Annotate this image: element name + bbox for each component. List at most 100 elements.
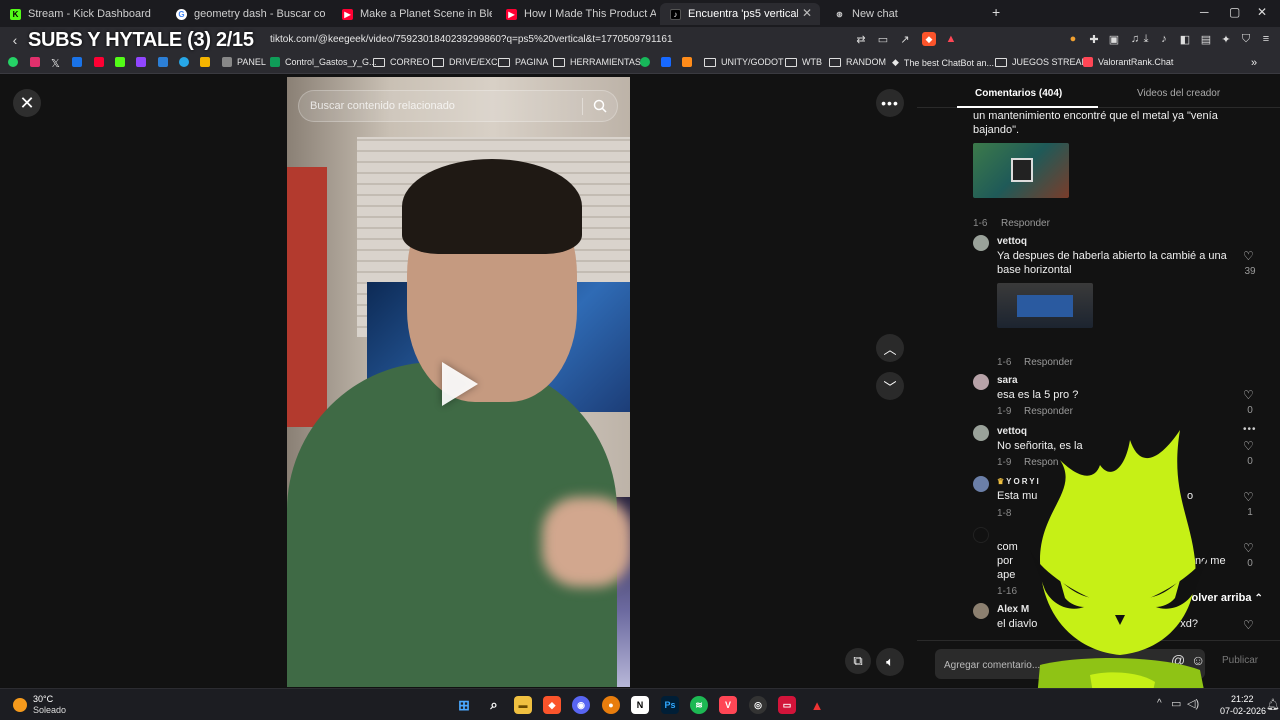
bookmark-juegos-stream[interactable]: JUEGOS STREAM [995,57,1089,67]
volume-button[interactable]: 🔈︎ [876,648,904,676]
play-icon[interactable] [442,362,478,406]
leo-ai-icon[interactable]: ✦ [1219,32,1233,46]
comment-image[interactable] [973,143,1069,198]
wallet-icon[interactable]: ▤ [1199,32,1213,46]
bookmark-paypal[interactable] [158,57,173,67]
previous-video-button[interactable]: ︿ [876,334,904,362]
tab-kick-dashboard[interactable]: K Stream - Kick Dashboard [0,3,160,25]
bookmark-kick[interactable] [115,57,130,67]
weather-description[interactable]: Soleado [33,705,66,715]
bookmark-behance[interactable] [661,57,676,67]
translate-icon[interactable]: ⇄ [854,32,868,46]
affinity-icon[interactable]: ▲ [808,696,826,714]
avatar[interactable] [973,476,989,492]
volume-icon[interactable]: ◁) [1187,697,1199,710]
bookmark-instagram[interactable] [30,57,45,67]
more-options-icon[interactable]: ••• [876,89,904,117]
blender-icon[interactable]: ● [602,696,620,714]
brave-shield-icon[interactable]: ◆ [922,32,936,46]
bookmark-twitch[interactable] [136,57,151,67]
close-tab-icon[interactable]: ✕ [802,6,812,20]
maximize-icon[interactable]: ▢ [1229,5,1240,19]
close-video-button[interactable]: ✕ [13,89,41,117]
photoshop-icon[interactable]: Ps [661,696,679,714]
bookmark-youtube[interactable] [94,57,109,67]
tab-new-chat[interactable]: ⊛ New chat [824,3,984,25]
heart-icon[interactable]: ♡ [1243,490,1254,504]
bookmark-valorantrank[interactable]: ValorantRank.Chat [1083,57,1173,67]
heart-icon[interactable]: ♡ [1243,618,1254,632]
avatar[interactable] [973,527,989,543]
file-explorer-icon[interactable]: ▬ [514,696,532,714]
bookmark-x[interactable]: 𝕏 [51,57,60,70]
download-icon[interactable]: ⤓ [1139,32,1153,46]
obs-icon[interactable]: ◎ [749,696,767,714]
discord-icon[interactable]: ◉ [572,696,590,714]
comment-username[interactable]: vettoq [997,236,1027,247]
spotify-icon[interactable]: ≋ [690,696,708,714]
new-tab-button[interactable]: + [992,4,1000,20]
bookmark-pagina[interactable]: PAGINA [498,57,548,67]
bookmark-control-gastos[interactable]: Control_Gastos_y_G... [270,57,377,67]
valorant-icon[interactable]: V [719,696,737,714]
tab-creator-videos[interactable]: Videos del creador [1137,88,1220,99]
valorant-extension-icon[interactable]: ▲ [944,32,958,46]
comment-username[interactable]: sara [997,375,1018,386]
tab-comments[interactable]: Comentarios (404) [975,88,1062,99]
media-icon[interactable]: ♪ [1157,32,1171,46]
pip-button[interactable]: ⧉ [845,648,871,674]
network-icon[interactable]: ▭ [1171,697,1181,710]
back-icon[interactable]: ‹ [8,32,22,48]
tab-google-search[interactable]: G geometry dash - Buscar con Google [166,3,326,25]
weather-temperature[interactable]: 30°C [33,694,53,704]
bookmark-wtb[interactable]: WTB [785,57,822,67]
reply-button[interactable]: Responder [1024,406,1073,417]
heart-icon[interactable]: ♡ [1243,388,1254,402]
weather-sun-icon[interactable] [13,698,27,712]
bookmark-drive[interactable] [200,57,215,67]
brave-browser-icon[interactable]: ◆ [543,696,561,714]
sidebar-icon[interactable]: ◧ [1178,32,1192,46]
url-field[interactable]: tiktok.com/@keegeek/video/75923018402392… [270,34,673,45]
menu-icon[interactable]: ≡ [1259,32,1273,46]
tab-youtube-blender[interactable]: ▶ Make a Planet Scene in Blender (Und [332,3,492,25]
bookmark-orange-app[interactable] [682,57,697,67]
avatar[interactable] [973,374,989,390]
vpn-icon[interactable]: ⛉ [1239,32,1253,46]
minimize-icon[interactable]: ─ [1200,5,1209,19]
close-window-icon[interactable]: ✕ [1257,5,1267,19]
bookmark-telegram[interactable] [179,57,194,67]
chevron-up-icon[interactable]: ^ [1157,698,1162,709]
clock-time[interactable]: 21:22 [1231,694,1254,704]
bookmark-chatbot[interactable]: ◆ The best ChatBot an... [892,57,994,68]
more-bookmarks-icon[interactable]: » [1251,57,1257,69]
bookmark-whatsapp[interactable] [8,57,23,67]
comment-image[interactable] [997,283,1093,328]
bookmark-unity-godot[interactable]: UNITY/GODOT [704,57,784,67]
bookmark-panel[interactable]: PANEL [222,57,266,67]
extension-icon[interactable]: ● [1066,32,1080,46]
notion-icon[interactable]: N [631,696,649,714]
windows-start-icon[interactable]: ⊞ [455,696,473,714]
heart-icon[interactable]: ♡ [1243,439,1254,453]
bookmark-correo[interactable]: CORREO [373,57,430,67]
bookmark-drive-exc[interactable]: DRIVE/EXC [432,57,498,67]
search-icon[interactable]: ⌕ [485,696,503,714]
reply-button[interactable]: Responder [1024,357,1073,368]
avatar[interactable] [973,425,989,441]
search-icon[interactable] [593,99,607,113]
bookmark-green-app[interactable] [640,57,655,67]
app-red-icon[interactable]: ▭ [778,696,796,714]
clock-date[interactable]: 07-02-2026 [1220,706,1266,716]
video-player[interactable]: Buscar contenido relacionado [287,77,630,687]
tab-search-icon[interactable]: ▣ [1107,32,1121,46]
publish-button[interactable]: Publicar [1222,655,1258,666]
next-video-button[interactable]: ﹀ [876,372,904,400]
more-options-icon[interactable]: ••• [1243,424,1257,435]
bookmark-mail[interactable] [72,57,87,67]
avatar[interactable] [973,603,989,619]
bookmark-random[interactable]: RANDOM [829,57,886,67]
share-icon[interactable]: ↗ [898,32,912,46]
notifications-icon[interactable]: 🔔︎ [1266,698,1280,711]
heart-icon[interactable]: ♡ [1243,541,1254,555]
